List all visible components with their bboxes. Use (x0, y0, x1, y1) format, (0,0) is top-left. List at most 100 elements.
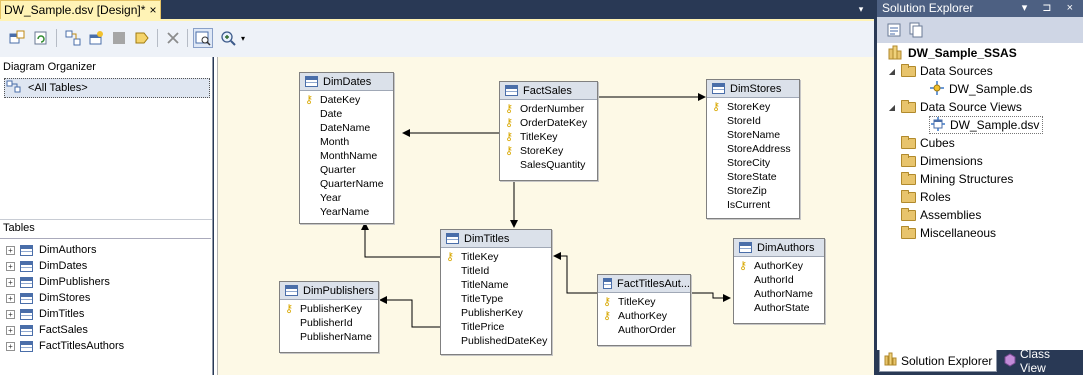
column-row[interactable]: Month (300, 135, 393, 149)
add-remove-tables-icon[interactable] (7, 28, 27, 48)
tree-item-miscellaneous[interactable]: Miscellaneous (901, 224, 996, 242)
new-named-query-icon[interactable] (86, 28, 106, 48)
tree-item-roles[interactable]: Roles (901, 188, 951, 206)
column-row[interactable]: AuthorOrder (598, 323, 690, 337)
table-header[interactable]: FactSales (500, 82, 597, 100)
data-source-icon (929, 80, 945, 99)
table-header[interactable]: DimDates (300, 73, 393, 91)
expand-icon[interactable]: + (6, 325, 15, 335)
list-item[interactable]: + DimDates (6, 258, 87, 274)
tree-item-assemblies[interactable]: Assemblies (901, 206, 981, 224)
column-row[interactable]: TitleId (441, 264, 551, 278)
diagram-table-dimtitles[interactable]: DimTitles ⚷ TitleKey TitleId TitleName Ti… (440, 229, 552, 355)
close-tab-icon[interactable]: × (146, 3, 160, 17)
new-relationship-icon[interactable] (63, 28, 83, 48)
tree-root-project[interactable]: DW_Sample_SSAS (887, 44, 1017, 62)
column-row[interactable]: AuthorId (734, 273, 824, 287)
column-row[interactable]: PublisherName (280, 330, 378, 344)
refresh-icon[interactable] (31, 28, 51, 48)
list-item[interactable]: + FactSales (6, 322, 88, 338)
show-all-files-icon[interactable] (908, 22, 924, 41)
column-row[interactable]: ⚷ DateKey (300, 93, 393, 107)
list-item[interactable]: + DimTitles (6, 306, 84, 322)
column-row[interactable]: StoreZip (707, 184, 799, 198)
tree-item-data-sources[interactable]: ◢ Data Sources (887, 62, 993, 80)
list-item[interactable]: + DimStores (6, 290, 90, 306)
column-row[interactable]: MonthName (300, 149, 393, 163)
column-row[interactable]: ⚷ AuthorKey (598, 309, 690, 323)
column-row[interactable]: ⚷ TitleKey (500, 130, 597, 144)
column-row[interactable]: Quarter (300, 163, 393, 177)
diagram-table-facttitlesauthors[interactable]: FactTitlesAut... ⚷ TitleKey ⚷ AuthorKey Au… (597, 274, 691, 346)
column-row[interactable]: ⚷ OrderNumber (500, 102, 597, 116)
column-row[interactable]: ⚷ PublisherKey (280, 302, 378, 316)
table-header[interactable]: DimAuthors (734, 239, 824, 257)
tab-class-view[interactable]: Class View (999, 347, 1083, 375)
column-row[interactable]: ⚷ StoreKey (707, 100, 799, 114)
tree-item-dsv-selected[interactable]: DW_Sample.dsv (929, 116, 1044, 134)
zoom-dropdown-icon[interactable]: ▾ (238, 28, 248, 48)
column-row[interactable]: TitlePrice (441, 320, 551, 334)
column-row[interactable]: PublisherKey (441, 306, 551, 320)
tree-item-mining-structures[interactable]: Mining Structures (901, 170, 1013, 188)
expand-icon[interactable]: + (6, 261, 15, 271)
tab-list-dropdown-icon[interactable]: ▾ (856, 4, 866, 14)
expand-icon[interactable]: + (6, 277, 15, 287)
table-header[interactable]: DimTitles (441, 230, 551, 248)
diagram-table-dimdates[interactable]: DimDates ⚷ DateKey Date DateName Month Mo… (299, 72, 394, 224)
document-tab[interactable]: DW_Sample.dsv [Design]* × (0, 0, 161, 19)
expand-icon[interactable]: ◢ (887, 103, 897, 112)
new-named-calculation-icon[interactable] (132, 28, 152, 48)
column-row[interactable]: AuthorState (734, 301, 824, 315)
column-row[interactable]: DateName (300, 121, 393, 135)
expand-icon[interactable]: + (6, 245, 15, 255)
column-row[interactable]: ⚷ TitleKey (441, 250, 551, 264)
column-row[interactable]: StoreState (707, 170, 799, 184)
zoom-icon[interactable] (218, 28, 238, 48)
expand-icon[interactable]: + (6, 309, 15, 319)
table-header[interactable]: DimPublishers (280, 282, 378, 300)
tree-item-dimensions[interactable]: Dimensions (901, 152, 983, 170)
properties-icon[interactable] (886, 22, 902, 41)
column-row[interactable]: PublisherId (280, 316, 378, 330)
delete-icon[interactable] (163, 28, 183, 48)
column-row[interactable]: Year (300, 191, 393, 205)
column-row[interactable]: ⚷ AuthorKey (734, 259, 824, 273)
column-row[interactable]: TitleType (441, 292, 551, 306)
tree-item-data-source-views[interactable]: ◢ Data Source Views (887, 98, 1022, 116)
column-row[interactable]: ⚷ StoreKey (500, 144, 597, 158)
tree-item-cubes[interactable]: Cubes (901, 134, 955, 152)
diagram-all-tables-item[interactable]: <All Tables> (4, 78, 210, 98)
list-item[interactable]: + DimPublishers (6, 274, 110, 290)
diagram-table-dimstores[interactable]: DimStores ⚷ StoreKey StoreId StoreName St… (706, 79, 800, 219)
table-header[interactable]: DimStores (707, 80, 799, 98)
expand-icon[interactable]: ◢ (887, 67, 897, 76)
diagram-table-factsales[interactable]: FactSales ⚷ OrderNumber ⚷ OrderDateKey ⚷ Ti… (499, 81, 598, 181)
diagram-table-dimauthors[interactable]: DimAuthors ⚷ AuthorKey AuthorId AuthorNam… (733, 238, 825, 324)
column-row[interactable]: TitleName (441, 278, 551, 292)
expand-icon[interactable]: + (6, 341, 15, 351)
diagram-table-dimpublishers[interactable]: DimPublishers ⚷ PublisherKey PublisherId … (279, 281, 379, 353)
column-row[interactable]: AuthorName (734, 287, 824, 301)
column-row[interactable]: YearName (300, 205, 393, 219)
tree-item-data-source[interactable]: DW_Sample.ds (929, 80, 1032, 98)
column-row[interactable]: StoreCity (707, 156, 799, 170)
column-row[interactable]: PublishedDateKey (441, 334, 551, 348)
column-row[interactable]: QuarterName (300, 177, 393, 191)
column-row[interactable]: StoreId (707, 114, 799, 128)
column-row[interactable]: ⚷ OrderDateKey (500, 116, 597, 130)
column-row[interactable]: IsCurrent (707, 198, 799, 212)
list-item[interactable]: + DimAuthors (6, 242, 96, 258)
table-header[interactable]: FactTitlesAut... (598, 275, 690, 293)
column-row[interactable]: StoreName (707, 128, 799, 142)
list-item[interactable]: + FactTitlesAuthors (6, 338, 124, 354)
column-row[interactable]: Date (300, 107, 393, 121)
expand-icon[interactable]: + (6, 293, 15, 303)
column-row[interactable]: StoreAddress (707, 142, 799, 156)
column-row[interactable]: SalesQuantity (500, 158, 597, 172)
tab-solution-explorer[interactable]: Solution Explorer (879, 350, 998, 372)
window-buttons[interactable]: ▾ ⊐ × (1022, 0, 1079, 17)
column-row[interactable]: ⚷ TitleKey (598, 295, 690, 309)
replace-table-icon[interactable] (109, 28, 129, 48)
find-table-icon[interactable] (193, 28, 213, 48)
